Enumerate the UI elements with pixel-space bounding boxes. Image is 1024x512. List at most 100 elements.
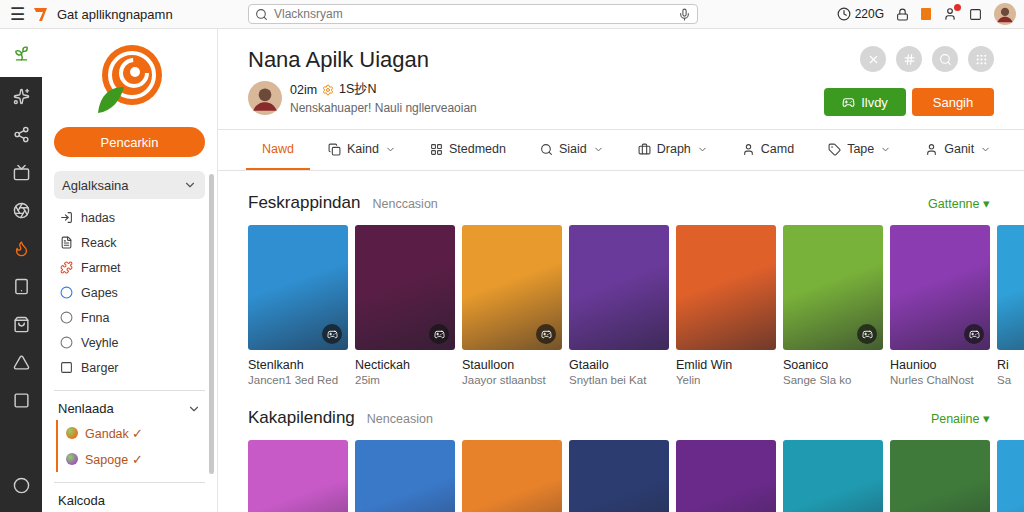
puzzle-icon [60, 261, 73, 274]
game-card[interactable] [355, 440, 455, 512]
chevron-icon [385, 144, 396, 155]
section-subtitle: Nenccasion [372, 197, 437, 211]
section-action[interactable]: Gattenne ▾ [928, 196, 990, 211]
tab[interactable]: Draph [622, 130, 724, 170]
triangle-icon [13, 354, 30, 371]
time-text: 220G [855, 7, 884, 21]
game-card[interactable] [248, 440, 348, 512]
tab[interactable]: Kaind [312, 130, 412, 170]
sidebar-item[interactable]: Farmet [54, 255, 205, 280]
game-card[interactable] [676, 440, 776, 512]
notification-button[interactable] [943, 7, 957, 21]
sidebar-item[interactable]: Reack [54, 230, 205, 255]
clock-icon[interactable] [837, 7, 851, 21]
game-card[interactable]: RiSa [997, 225, 1024, 386]
game-card[interactable]: StaulloonJaayor stlaanbst [462, 225, 562, 386]
tab[interactable]: Camd [726, 130, 810, 170]
sidebar-section-header[interactable]: Nenlaada [54, 390, 205, 420]
sidebar-check-item[interactable]: Gandak ✓ [66, 420, 205, 446]
chevron-icon [183, 178, 197, 192]
sidebar-item[interactable]: hadas [54, 205, 205, 230]
mic-icon[interactable] [678, 8, 691, 21]
game-card[interactable] [783, 440, 883, 512]
app-window: ☰Gat apllikngnapamn Vlacknsryam 220G Pencar… [0, 0, 1024, 512]
action-button[interactable]: Ilvdy [824, 88, 906, 116]
rail-item[interactable] [0, 466, 42, 504]
rail-item[interactable] [0, 191, 42, 229]
tab[interactable]: Siaid [524, 130, 620, 170]
color-dot [66, 453, 78, 465]
sidebar-check-item[interactable]: Sapoge ✓ [66, 446, 205, 472]
search-field[interactable]: Vlacknsryam [248, 4, 698, 24]
game-card[interactable] [462, 440, 562, 512]
share-icon [13, 126, 30, 143]
sidebar-item[interactable]: Veyhle [54, 330, 205, 355]
game-card[interactable]: SoanicoSange Sla ko [783, 225, 883, 386]
square-icon[interactable] [969, 8, 982, 21]
card-title: Stenlkanh [248, 358, 348, 372]
card-subtitle: Jancen1 3ed Red [248, 374, 348, 386]
rail-item[interactable] [0, 77, 42, 115]
menu-button[interactable]: ☰ [10, 6, 25, 23]
rail-item[interactable] [0, 305, 42, 343]
game-card[interactable] [997, 440, 1024, 512]
rail-item[interactable] [0, 267, 42, 305]
round-button[interactable] [932, 46, 958, 72]
user-icon [742, 143, 755, 156]
lock-icon[interactable] [896, 8, 909, 21]
game-card[interactable] [569, 440, 669, 512]
game-cover [248, 440, 348, 512]
game-card[interactable]: GtaailoSnytlan bei Kat [569, 225, 669, 386]
search-placeholder: Vlacknsryam [274, 7, 672, 21]
tab[interactable]: Nawd [246, 130, 310, 170]
rail-item[interactable] [0, 115, 42, 153]
game-cover [569, 440, 669, 512]
author-avatar[interactable] [248, 81, 282, 115]
round-button[interactable] [860, 46, 886, 72]
gamepad-icon [969, 329, 980, 340]
game-cover [890, 225, 990, 350]
tablet-icon [13, 278, 30, 295]
round-button[interactable] [896, 46, 922, 72]
sidebar-section-header[interactable]: Kalcoda [54, 482, 205, 512]
account-avatar[interactable] [994, 3, 1016, 25]
hash-icon [903, 53, 916, 66]
game-card[interactable]: Stenlkanh Jancen1 3ed Red [248, 225, 348, 386]
rail-item[interactable] [0, 29, 42, 77]
orange-mark-icon [921, 8, 931, 20]
game-card[interactable] [890, 440, 990, 512]
aperture-icon [13, 202, 30, 219]
primary-button[interactable]: Pencarkin [54, 127, 205, 157]
body: Pencarkin Aglalksaina hadasReackFarmetGape… [0, 29, 1024, 512]
rail-item[interactable] [0, 381, 42, 419]
game-card[interactable]: Nectickah25im [355, 225, 455, 386]
scrollbar[interactable] [209, 174, 214, 474]
card-title: Soanico [783, 358, 883, 372]
tab[interactable]: Tape [812, 130, 907, 170]
game-card[interactable]: HauniooNurles ChalNost [890, 225, 990, 386]
close-icon [867, 53, 880, 66]
top-actions: 220G [837, 3, 1016, 25]
round-button[interactable] [968, 46, 994, 72]
rail-item[interactable] [0, 153, 42, 191]
app-logo-icon [33, 6, 49, 22]
game-cover [676, 440, 776, 512]
tab[interactable]: Stedmedn [414, 130, 522, 170]
tab[interactable]: Ganit [909, 130, 1007, 170]
rail-item[interactable] [0, 343, 42, 381]
section-action[interactable]: Penaiine ▾ [931, 411, 990, 426]
tab-bar: NawdKaindStedmednSiaidDraphCamdTapeGanit [218, 129, 1024, 171]
card-title: Ri [997, 358, 1024, 372]
sidebar-item[interactable]: Gapes [54, 280, 205, 305]
game-cover [462, 440, 562, 512]
action-button[interactable]: Sangih [912, 88, 994, 116]
sidebar-dropdown[interactable]: Aglalksaina [54, 171, 205, 199]
game-card[interactable]: Emlid WinYelin [676, 225, 776, 386]
brand: ☰Gat apllikngnapamn [10, 6, 238, 23]
circle-icon [60, 286, 73, 299]
cover-badge [429, 324, 449, 344]
sidebar-item[interactable]: Fnna [54, 305, 205, 330]
chevron-icon [593, 144, 604, 155]
sidebar-item[interactable]: Barger [54, 355, 205, 380]
rail-item[interactable] [0, 229, 42, 267]
